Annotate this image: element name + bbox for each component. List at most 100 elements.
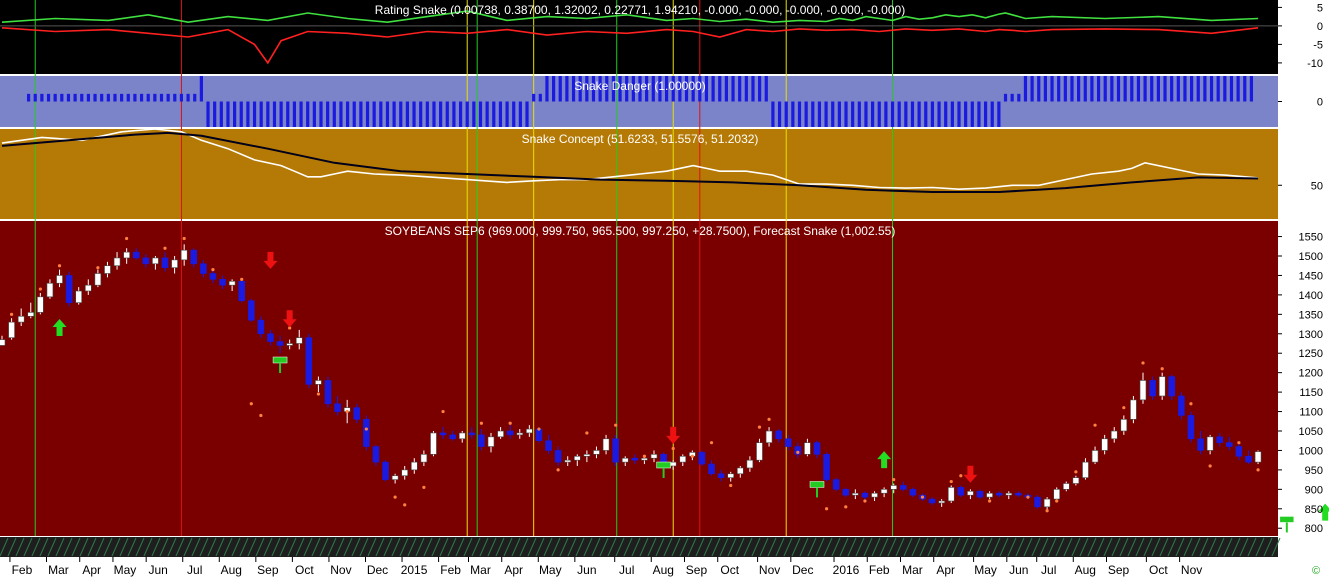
exit-badge-icon-5 xyxy=(656,461,671,469)
candle-body-37 xyxy=(353,407,361,420)
danger-bar-61 xyxy=(432,101,436,127)
danger-bar-155 xyxy=(1057,76,1061,102)
candle-body-12 xyxy=(113,257,121,267)
ytick-label-1-0: 0 xyxy=(1317,97,1323,109)
danger-bar-18 xyxy=(146,93,150,102)
candle-body-70 xyxy=(669,461,677,467)
candle-body-11 xyxy=(104,265,111,274)
danger-bar-45 xyxy=(326,101,330,127)
candle-body-100 xyxy=(957,487,965,496)
month-label-0: Feb xyxy=(12,563,33,577)
candle-body-88 xyxy=(842,489,850,496)
forecast-dot-49 xyxy=(1189,402,1193,406)
danger-bar-34 xyxy=(252,101,257,127)
ytick-label-3-0: 1550 xyxy=(1299,232,1323,244)
danger-bar-173 xyxy=(1176,76,1180,102)
forecast-dot-44 xyxy=(1074,470,1078,474)
forecast-dot-48 xyxy=(1160,367,1164,371)
candle-body-111 xyxy=(1062,483,1070,490)
candle-body-106 xyxy=(1015,492,1022,496)
danger-bar-3 xyxy=(46,93,51,102)
ytick-label-3-13: 900 xyxy=(1305,484,1323,496)
month-label-27: May xyxy=(974,563,997,577)
danger-bar-184 xyxy=(1249,76,1254,102)
panel-title-1: Snake Danger (1.00000) xyxy=(574,79,705,93)
danger-bar-112 xyxy=(771,101,775,127)
danger-bar-32 xyxy=(239,101,243,127)
forecast-dot-51 xyxy=(1237,441,1241,445)
candle-body-79 xyxy=(756,442,763,461)
candle-body-101 xyxy=(967,490,974,496)
forecast-dot-33 xyxy=(824,507,829,511)
danger-bar-43 xyxy=(312,101,316,127)
candle-body-60 xyxy=(573,455,581,461)
danger-bar-33 xyxy=(246,101,250,127)
forecast-dot-30 xyxy=(757,425,762,429)
exit-badge-icon-9 xyxy=(1279,516,1295,523)
danger-bar-9 xyxy=(86,93,90,102)
candle-body-46 xyxy=(439,432,447,436)
danger-bar-71 xyxy=(498,101,503,127)
candle-body-29 xyxy=(276,341,284,346)
month-label-16: Jun xyxy=(577,563,596,577)
forecast-dot-23 xyxy=(585,431,589,435)
danger-bar-152 xyxy=(1037,76,1041,102)
forecast-dot-40 xyxy=(987,499,992,503)
month-label-6: Aug xyxy=(221,563,242,577)
ytick-label-3-11: 1000 xyxy=(1299,445,1323,457)
danger-bar-157 xyxy=(1070,76,1074,102)
danger-bar-20 xyxy=(159,93,164,102)
forecast-dot-42 xyxy=(1045,509,1049,513)
month-label-11: 2015 xyxy=(401,563,428,577)
ytick-label-3-5: 1300 xyxy=(1299,329,1323,341)
month-label-21: Nov xyxy=(759,563,780,577)
forecast-dot-21 xyxy=(537,427,541,431)
forecast-dot-14 xyxy=(364,427,368,431)
danger-bar-77 xyxy=(538,93,542,102)
danger-bar-13 xyxy=(113,93,117,102)
danger-bar-46 xyxy=(332,101,336,127)
candle-body-82 xyxy=(784,438,792,447)
month-label-13: Mar xyxy=(470,563,491,577)
danger-bar-163 xyxy=(1110,76,1114,102)
month-label-10: Dec xyxy=(367,563,388,577)
danger-bar-108 xyxy=(744,76,748,102)
candle-body-117 xyxy=(1120,419,1128,432)
candle-body-6 xyxy=(56,275,63,284)
candle-body-8 xyxy=(75,290,83,303)
candle-body-42 xyxy=(401,469,409,477)
candle-body-74 xyxy=(708,463,715,475)
candle-body-71 xyxy=(679,455,687,463)
danger-bar-177 xyxy=(1203,76,1207,102)
danger-bar-63 xyxy=(445,101,449,127)
danger-bar-19 xyxy=(153,93,157,102)
danger-bar-54 xyxy=(385,101,390,127)
danger-bar-80 xyxy=(558,76,562,102)
candle-body-39 xyxy=(372,446,380,463)
candle-body-30 xyxy=(286,343,293,346)
month-label-17: Jul xyxy=(619,563,634,577)
candle-body-67 xyxy=(641,457,648,461)
candle-body-85 xyxy=(813,442,821,455)
forecast-dot-16 xyxy=(403,503,407,507)
forecast-dot-9 xyxy=(249,402,253,406)
forecast-dot-8 xyxy=(240,277,244,281)
forecast-dot-5 xyxy=(163,246,167,250)
candle-body-130 xyxy=(1245,455,1252,463)
forecast-dot-7 xyxy=(211,268,215,272)
forecast-dot-0 xyxy=(9,312,14,316)
danger-bar-5 xyxy=(60,93,64,102)
danger-bar-179 xyxy=(1216,76,1220,102)
forecast-dot-18 xyxy=(441,409,445,414)
candle-body-1 xyxy=(8,321,15,338)
danger-bar-15 xyxy=(126,93,130,102)
candle-body-126 xyxy=(1206,436,1214,451)
month-label-26: Apr xyxy=(936,563,955,577)
candle-body-51 xyxy=(487,436,495,447)
month-label-9: Nov xyxy=(330,563,351,577)
ytick-label-3-4: 1350 xyxy=(1299,309,1323,321)
candle-body-124 xyxy=(1187,415,1195,440)
forecast-dot-46 xyxy=(1122,406,1126,410)
month-label-19: Sep xyxy=(686,563,708,577)
time-axis: Feb Mar Apr May Jun Jul Aug Sep Oct Nov Dec 2015 Feb… xyxy=(0,537,1329,577)
